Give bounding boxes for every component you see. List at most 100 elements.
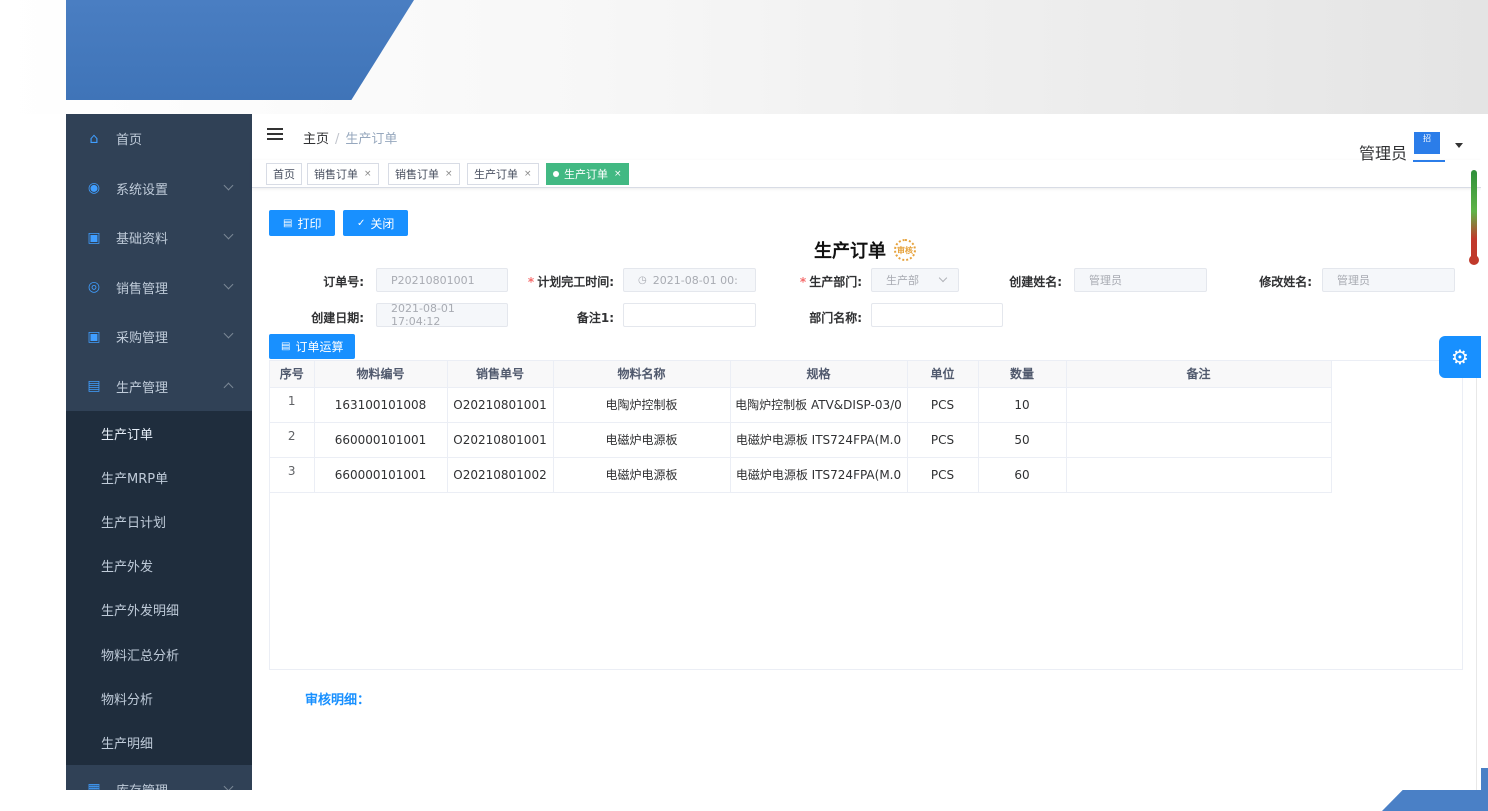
- sidebar-item-production[interactable]: ▤ 生产管理: [66, 362, 252, 412]
- tag-sales-order-2[interactable]: 销售订单 ×: [388, 163, 460, 185]
- submenu-item-production-detail[interactable]: 生产明细: [66, 720, 252, 764]
- table-cell: PCS: [907, 387, 979, 423]
- audit-stamp-icon: 审核: [894, 239, 916, 261]
- app-window: ⌂ 首页 ◉ 系统设置 ▣ 基础资料 ◎ 销售管理 ▣ 采购管理 ▤ 生产管理: [66, 114, 1481, 790]
- submenu-item-outsourcing[interactable]: 生产外发: [66, 544, 252, 588]
- table-row[interactable]: 1 163100101008 O20210801001 电陶炉控制板 电陶炉控制…: [270, 387, 1332, 423]
- modifier-field[interactable]: 管理员: [1322, 268, 1455, 292]
- dept-select[interactable]: 生产部: [871, 268, 959, 292]
- tag-label: 生产订单: [474, 168, 518, 181]
- plan-time-field[interactable]: ◷ 2021-08-01 00:: [623, 268, 756, 292]
- sidebar-item-sales[interactable]: ◎ 销售管理: [66, 263, 252, 313]
- table-cell: 60: [978, 457, 1067, 493]
- table-cell: PCS: [907, 422, 979, 458]
- close-icon[interactable]: ×: [445, 169, 453, 179]
- table-cell: 1: [270, 387, 315, 423]
- scrollbar-thumb[interactable]: [1469, 255, 1479, 265]
- table-cell[interactable]: [1066, 457, 1332, 493]
- tag-sales-order-1[interactable]: 销售订单 ×: [307, 163, 379, 185]
- settings-button[interactable]: ⚙: [1439, 336, 1481, 378]
- sidebar-item-label: 首页: [116, 133, 143, 149]
- close-icon[interactable]: ×: [614, 169, 622, 179]
- table-cell[interactable]: [1066, 387, 1332, 423]
- column-header[interactable]: 物料名称: [553, 361, 731, 388]
- items-table: 序号 物料编号 销售单号 物料名称 规格 单位 数量 备注 1 16310010…: [270, 361, 1332, 493]
- tag-label: 首页: [273, 168, 295, 181]
- active-dot-icon: [553, 171, 559, 177]
- order-no-label: 订单号:: [323, 275, 364, 289]
- vertical-scrollbar[interactable]: [1471, 170, 1477, 262]
- column-header[interactable]: 备注: [1066, 361, 1332, 388]
- table-cell: PCS: [907, 457, 979, 493]
- column-header[interactable]: 单位: [907, 361, 979, 388]
- table-cell: 电磁炉电源板: [553, 457, 731, 493]
- sidebar-item-basic-data[interactable]: ▣ 基础资料: [66, 213, 252, 263]
- tags-view: 首页 销售订单 × 销售订单 × 生产订单 × 生产订单 ×: [252, 160, 1481, 188]
- sidebar-item-home[interactable]: ⌂ 首页: [66, 114, 252, 164]
- order-calc-label: 订单运算: [295, 340, 344, 354]
- check-icon: ✓: [357, 217, 366, 229]
- dept-name-field[interactable]: [871, 303, 1003, 327]
- right-divider: [1476, 374, 1477, 790]
- dept-label-text: 生产部门:: [809, 275, 862, 289]
- submenu-item-mrp[interactable]: 生产MRP单: [66, 455, 252, 499]
- table-row[interactable]: 3 660000101001 O20210801002 电磁炉电源板 电磁炉电源…: [270, 457, 1332, 493]
- print-button[interactable]: ▤ 打印: [269, 210, 336, 236]
- close-button-label: 关闭: [370, 216, 395, 231]
- sidebar-item-system-settings[interactable]: ◉ 系统设置: [66, 164, 252, 214]
- audit-detail-label: 审核明细：: [305, 693, 371, 708]
- hamburger-menu-icon[interactable]: [267, 128, 283, 142]
- breadcrumb-current: 生产订单: [345, 132, 398, 147]
- print-icon: ▤: [283, 217, 293, 229]
- tag-home[interactable]: 首页: [266, 163, 302, 185]
- user-menu[interactable]: 管理员 招: [1359, 122, 1463, 164]
- submenu-item-outsourcing-detail[interactable]: 生产外发明细: [66, 588, 252, 632]
- table-row[interactable]: 2 660000101001 O20210801001 电磁炉电源板 电磁炉电源…: [270, 422, 1332, 458]
- close-icon[interactable]: ×: [524, 169, 532, 179]
- main-panel: 主页 / 生产订单 管理员 招 首页 销售订单 × 销售订单 × 生产订单 × 生产订单 ×…: [252, 114, 1481, 790]
- table-cell: 电陶炉控制板 ATV&DISP-03/0: [730, 387, 908, 423]
- order-calc-button[interactable]: ▤ 订单运算: [269, 334, 356, 359]
- chevron-down-icon: [223, 279, 234, 289]
- column-header[interactable]: 规格: [730, 361, 908, 388]
- table-cell: 10: [978, 387, 1067, 423]
- breadcrumb-home[interactable]: 主页: [303, 132, 329, 147]
- order-no-field[interactable]: P20210801001: [376, 268, 508, 292]
- sidebar-item-label: 基础资料: [116, 232, 169, 248]
- clock-icon: ◷: [638, 274, 647, 286]
- home-icon: ⌂: [89, 130, 99, 147]
- submenu-item-production-order[interactable]: 生产订单: [66, 411, 252, 455]
- column-header[interactable]: 数量: [978, 361, 1067, 388]
- column-header[interactable]: 物料编号: [314, 361, 448, 388]
- table-cell: 电磁炉电源板 ITS724FPA(M.0: [730, 457, 908, 493]
- sidebar-item-purchasing[interactable]: ▣ 采购管理: [66, 312, 252, 362]
- sidebar-item-label: 系统设置: [116, 182, 169, 198]
- sidebar-item-label: 库存管理: [116, 780, 168, 790]
- close-button[interactable]: ✓ 关闭: [343, 210, 409, 236]
- submenu-item-material-summary[interactable]: 物料汇总分析: [66, 632, 252, 676]
- remark1-label: 备注1:: [576, 311, 614, 325]
- tag-production-order[interactable]: 生产订单 ×: [467, 163, 539, 185]
- column-header[interactable]: 销售单号: [447, 361, 554, 388]
- truck-icon: ▣: [87, 328, 101, 345]
- remark1-field[interactable]: [623, 303, 756, 327]
- created-date-field[interactable]: 2021-08-01 17:04:12: [376, 302, 508, 328]
- table-cell: 660000101001: [314, 457, 448, 493]
- page-title: 生产订单 审核: [814, 237, 916, 263]
- column-header[interactable]: 序号: [270, 361, 315, 388]
- submenu-item-daily-plan[interactable]: 生产日计划: [66, 499, 252, 543]
- table-cell: O20210801001: [447, 422, 554, 458]
- caret-down-icon[interactable]: [1455, 143, 1463, 148]
- table-cell: O20210801001: [447, 387, 554, 423]
- table-cell[interactable]: [1066, 422, 1332, 458]
- close-icon[interactable]: ×: [364, 169, 372, 179]
- tag-label: 销售订单: [395, 168, 439, 181]
- creator-field[interactable]: 管理员: [1074, 268, 1207, 292]
- creator-label: 创建姓名:: [1009, 275, 1062, 289]
- calculator-icon: ▤: [281, 341, 291, 352]
- submenu-item-material-analysis[interactable]: 物料分析: [66, 676, 252, 720]
- tag-production-order-active[interactable]: 生产订单 ×: [546, 163, 629, 185]
- required-mark: *: [799, 275, 807, 289]
- sidebar-item-inventory[interactable]: ▦ 库存管理: [66, 765, 252, 790]
- table-cell: 163100101008: [314, 387, 448, 423]
